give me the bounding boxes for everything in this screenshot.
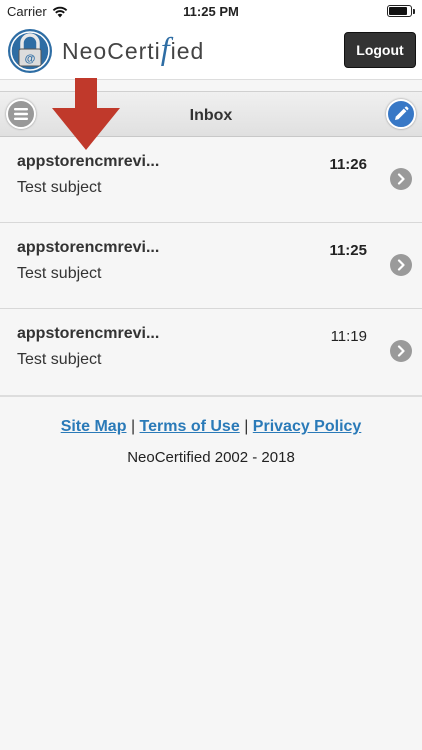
chevron-right-icon [397, 173, 405, 185]
pencil-icon [395, 106, 409, 120]
message-row[interactable]: appstorencmrevi... Test subject 11:19 [0, 309, 422, 395]
privacy-policy-link[interactable]: Privacy Policy [253, 418, 362, 435]
message-time: 11:19 [330, 328, 367, 345]
chevron-right-icon [397, 345, 405, 357]
message-time: 11:26 [329, 156, 367, 173]
open-message-button[interactable] [390, 168, 412, 190]
message-subject: Test subject [17, 179, 102, 196]
neocertified-logo: @ NeoCertified [8, 29, 204, 73]
compose-button[interactable] [386, 99, 416, 129]
svg-text:NeoCertified: NeoCertified [62, 30, 204, 66]
message-subject: Test subject [17, 351, 102, 368]
message-sender: appstorencmrevi... [17, 325, 160, 342]
brand-neo: Neo [62, 38, 107, 64]
battery-icon [387, 5, 415, 17]
message-sender: appstorencmrevi... [17, 153, 160, 170]
open-message-button[interactable] [390, 340, 412, 362]
terms-of-use-link[interactable]: Terms of Use [140, 418, 240, 435]
brand-certi: Certi [107, 38, 161, 64]
chevron-right-icon [397, 259, 405, 271]
status-time: 11:25 PM [183, 4, 239, 19]
link-separator: | [244, 418, 249, 435]
svg-text:@: @ [25, 53, 36, 65]
copyright-text: NeoCertified 2002 - 2018 [127, 449, 295, 466]
message-subject: Test subject [17, 265, 102, 282]
open-message-button[interactable] [390, 254, 412, 276]
message-list: appstorencmrevi... Test subject 11:26 ap… [0, 137, 422, 397]
footer-links: Site Map | Terms of Use | Privacy Policy [0, 418, 422, 436]
brand-ied: ied [171, 38, 205, 64]
app-header: @ NeoCertified Logout [0, 22, 422, 80]
status-bar: Carrier 11:25 PM [0, 0, 422, 22]
message-time: 11:25 [329, 242, 367, 259]
link-separator: | [130, 418, 136, 435]
site-map-link[interactable]: Site Map [61, 418, 127, 435]
arrow-down-icon [52, 78, 120, 150]
logout-button[interactable]: Logout [344, 32, 416, 68]
footer: Site Map | Terms of Use | Privacy Policy… [0, 418, 422, 466]
message-row[interactable]: appstorencmrevi... Test subject 11:25 [0, 223, 422, 309]
message-sender: appstorencmrevi... [17, 239, 160, 256]
